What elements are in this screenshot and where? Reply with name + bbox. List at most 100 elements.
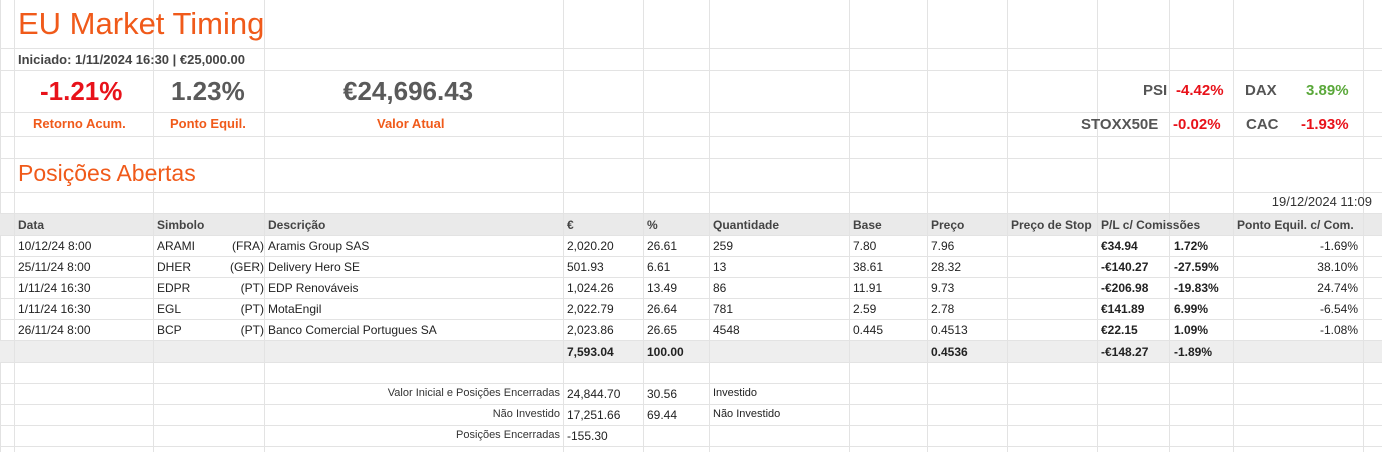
- row-price: 0.4513: [931, 323, 968, 337]
- row-symbol: EDPR: [157, 281, 191, 295]
- row-eur: 501.93: [567, 260, 604, 274]
- grid-col: [1363, 0, 1364, 452]
- kpi-current-label: Valor Atual: [377, 116, 445, 131]
- row-pct: 13.49: [647, 281, 678, 295]
- summary-value: 17,251.66: [567, 408, 621, 422]
- col-header-descricao[interactable]: Descrição: [268, 218, 325, 232]
- col-header-ponto[interactable]: Ponto Equil. c/ Com.: [1237, 218, 1354, 232]
- col-header-simbolo[interactable]: Simbolo: [157, 218, 204, 232]
- col-header-preco[interactable]: Preço: [931, 218, 964, 232]
- grid-col: [643, 0, 644, 452]
- row-breakeven: 38.10%: [1317, 260, 1358, 274]
- row-price: 28.32: [931, 260, 962, 274]
- row-market: (PT): [240, 302, 264, 316]
- grid-row: [0, 446, 1382, 447]
- kpi-breakeven-value: 1.23%: [171, 76, 245, 106]
- row-base: 38.61: [853, 260, 884, 274]
- row-description: Delivery Hero SE: [268, 260, 361, 274]
- updated-timestamp: 19/12/2024 11:09: [1271, 194, 1372, 209]
- row-breakeven: -1.08%: [1319, 323, 1358, 337]
- row-breakeven: -1.69%: [1319, 239, 1358, 253]
- row-market: (GER): [230, 260, 264, 274]
- grid-col: [153, 0, 154, 452]
- row-quantity: 259: [713, 239, 734, 253]
- col-header-eur[interactable]: €: [567, 218, 574, 232]
- grid-row: [0, 256, 1382, 257]
- row-pl: -€206.98: [1101, 281, 1149, 295]
- grid-col: [563, 0, 564, 452]
- col-header-quantidade[interactable]: Quantidade: [713, 218, 779, 232]
- index-dax-name: DAX: [1245, 82, 1277, 99]
- grid-row: [0, 213, 1382, 214]
- row-quantity: 4548: [713, 323, 740, 337]
- row-pl-pct: -19.83%: [1174, 281, 1219, 295]
- grid-row: [0, 48, 1382, 49]
- row-symbol: BCP: [157, 323, 182, 337]
- grid-row: [0, 235, 1382, 236]
- grid-row: [0, 277, 1382, 278]
- grid-row: [0, 425, 1382, 426]
- row-pl-pct: -27.59%: [1174, 260, 1219, 274]
- grid-row: [0, 192, 1382, 193]
- summary-pct: 69.44: [647, 408, 678, 422]
- row-symbol: EGL: [157, 302, 182, 316]
- row-pl: €141.89: [1101, 302, 1145, 316]
- spreadsheet: EU Market Timing Iniciado: 1/11/2024 16:…: [0, 0, 1382, 452]
- grid-row: [0, 70, 1382, 71]
- grid-row: [0, 136, 1382, 137]
- row-pl-pct: 1.72%: [1174, 239, 1209, 253]
- grid-col: [264, 0, 265, 452]
- row-market: (FRA): [232, 239, 264, 253]
- grid-col: [1233, 0, 1234, 452]
- row-pct: 26.64: [647, 302, 678, 316]
- index-cac-value: -1.93%: [1301, 116, 1349, 133]
- index-cac-name: CAC: [1246, 116, 1279, 133]
- col-header-base[interactable]: Base: [853, 218, 882, 232]
- summary-label: Não Investido: [492, 408, 560, 420]
- row-quantity: 781: [713, 302, 734, 316]
- row-price: 9.73: [931, 281, 955, 295]
- row-pl-pct: 1.09%: [1174, 323, 1209, 337]
- total-pl: -€148.27: [1101, 345, 1149, 359]
- index-psi-name: PSI: [1143, 82, 1168, 99]
- col-header-data[interactable]: Data: [18, 218, 44, 232]
- grid-row: [0, 340, 1382, 341]
- row-date: 1/11/24 16:30: [18, 302, 91, 316]
- summary-value: 24,844.70: [567, 387, 621, 401]
- grid-col: [709, 0, 710, 452]
- kpi-return-value: -1.21%: [40, 76, 123, 106]
- index-stoxx-name: STOXX50E: [1081, 116, 1159, 133]
- index-dax-value: 3.89%: [1306, 82, 1349, 99]
- grid-row: [0, 319, 1382, 320]
- row-price: 2.78: [931, 302, 955, 316]
- summary-note: Investido: [713, 387, 758, 399]
- row-eur: 2,022.79: [567, 302, 614, 316]
- col-header-pl[interactable]: P/L c/ Comissões: [1101, 218, 1200, 232]
- row-breakeven: 24.74%: [1317, 281, 1358, 295]
- row-description: Aramis Group SAS: [268, 239, 370, 253]
- row-eur: 2,020.20: [567, 239, 614, 253]
- summary-pct: 30.56: [647, 387, 678, 401]
- kpi-current-value: €24,696.43: [343, 76, 474, 106]
- kpi-return-label: Retorno Acum.: [33, 116, 126, 131]
- row-pct: 26.65: [647, 323, 678, 337]
- row-pl: -€140.27: [1101, 260, 1149, 274]
- summary-value: -155.30: [567, 429, 608, 443]
- row-breakeven: -6.54%: [1319, 302, 1358, 316]
- row-eur: 1,024.26: [567, 281, 614, 295]
- row-symbol: ARAMI: [157, 239, 196, 253]
- kpi-breakeven-label: Ponto Equil.: [170, 116, 246, 131]
- summary-label: Valor Inicial e Posições Encerradas: [387, 387, 560, 399]
- index-psi-value: -4.42%: [1176, 82, 1224, 99]
- grid-row: [0, 383, 1382, 384]
- col-header-pct[interactable]: %: [647, 218, 658, 232]
- col-header-stop[interactable]: Preço de Stop: [1011, 218, 1092, 232]
- row-base: 11.91: [853, 281, 883, 295]
- row-pct: 26.61: [647, 239, 678, 253]
- index-stoxx-value: -0.02%: [1173, 116, 1221, 133]
- total-pl-pct: -1.89%: [1174, 345, 1213, 359]
- row-price: 7.96: [931, 239, 955, 253]
- row-base: 2.59: [853, 302, 877, 316]
- grid-row: [0, 404, 1382, 405]
- row-base: 7.80: [853, 239, 877, 253]
